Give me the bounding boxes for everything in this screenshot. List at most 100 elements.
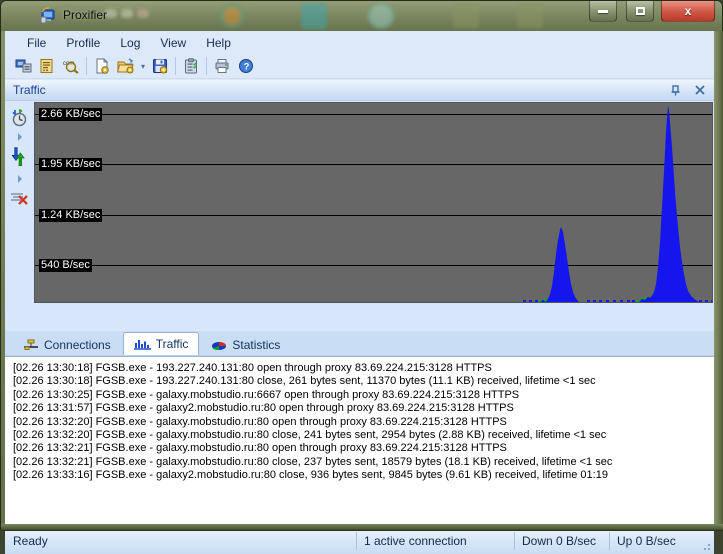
proxy-settings-button[interactable] (11, 55, 35, 77)
open-profile-button[interactable] (114, 55, 138, 77)
baseline-traffic-mark (606, 300, 609, 302)
time-scale-icon (12, 109, 26, 127)
svg-text:?: ? (244, 62, 250, 73)
new-profile-icon (96, 58, 109, 74)
log-panel[interactable]: [02.26 13:30:18] FGSB.exe - 193.227.240.… (5, 356, 714, 528)
traffic-panel-title: Traffic (13, 83, 46, 97)
toolbar-separator (86, 57, 87, 75)
close-icon: x (684, 4, 692, 18)
download-upload-icon (10, 147, 25, 167)
traffic-series (535, 106, 700, 302)
baseline-traffic-mark (587, 300, 590, 302)
log-line: [02.26 13:30:18] FGSB.exe - 193.227.240.… (13, 362, 492, 374)
time-scale-button[interactable] (9, 107, 31, 129)
log-line: [02.26 13:32:20] FGSB.exe - galaxy.mobst… (13, 415, 507, 428)
dns-resolver-icon: com (63, 61, 79, 74)
direction-filter-button[interactable] (9, 145, 31, 171)
clear-graph-icon (10, 193, 28, 205)
menu-log[interactable]: Log (110, 33, 150, 53)
baseline-traffic-mark (613, 300, 616, 302)
print-button[interactable] (210, 55, 234, 77)
baseline-traffic-mark (593, 300, 596, 302)
minimize-button[interactable] (589, 1, 617, 22)
glass-artifact (121, 9, 133, 18)
traffic-icon (133, 340, 151, 350)
baseline-traffic-mark (705, 300, 708, 302)
tab-strip: Connections Traffic Statistics (5, 331, 714, 356)
glass-artifact (219, 4, 245, 28)
log-line: [02.26 13:31:57] FGSB.exe - galaxy2.mobs… (13, 402, 514, 415)
close-button[interactable]: x (661, 1, 715, 22)
toolbar-separator (206, 57, 207, 75)
open-profile-icon (117, 58, 134, 74)
glass-artifact (301, 3, 327, 29)
titlebar[interactable]: Proxifier x (1, 1, 722, 31)
dropdown-arrow-icon (17, 175, 22, 183)
print-icon (215, 59, 229, 73)
menu-view[interactable]: View (150, 33, 196, 53)
baseline-traffic-mark (620, 300, 623, 302)
direction-dropdown[interactable] (9, 173, 31, 185)
log-settings-icon (40, 59, 53, 73)
pin-panel-button[interactable] (666, 82, 686, 98)
dns-resolver-button[interactable]: com (59, 55, 83, 77)
glass-artifact (453, 4, 479, 28)
glass-artifact (137, 9, 149, 18)
baseline-traffic-mark (693, 300, 696, 302)
status-down-rate: Down 0 B/sec (522, 534, 597, 548)
maximize-icon (635, 7, 645, 15)
log-line: [02.26 13:33:16] FGSB.exe - galaxy2.mobs… (13, 469, 608, 482)
baseline-traffic-mark (687, 300, 690, 302)
status-bar: Ready 1 active connection Down 0 B/sec U… (5, 528, 714, 554)
minimize-icon (598, 9, 608, 13)
traffic-graph[interactable]: 2.66 KB/sec 1.95 KB/sec 1.24 KB/sec 540 B/s… (34, 102, 713, 303)
time-scale-dropdown[interactable] (9, 131, 31, 143)
profile-check-button[interactable] (179, 55, 203, 77)
menu-profile[interactable]: Profile (56, 33, 110, 53)
profile-check-icon (185, 58, 197, 74)
tab-label: Statistics (232, 337, 281, 352)
traffic-panel-body: 2.66 KB/sec 1.95 KB/sec 1.24 KB/sec 540 B/s… (5, 101, 714, 331)
tab-label: Connections (44, 337, 111, 352)
save-profile-button[interactable] (148, 55, 172, 77)
open-profile-dropdown[interactable]: ▾ (138, 55, 148, 77)
status-active-connections: 1 active connection (364, 534, 467, 548)
baseline-traffic-mark (599, 300, 602, 302)
maximize-button[interactable] (626, 1, 654, 22)
connections-icon (24, 339, 38, 350)
glass-artifact (367, 3, 395, 29)
log-line: [02.26 13:32:20] FGSB.exe - galaxy.mobst… (13, 429, 607, 442)
dropdown-arrow-icon (17, 133, 22, 141)
log-settings-button[interactable] (35, 55, 59, 77)
glass-artifact (517, 4, 543, 28)
statistics-icon (212, 341, 227, 350)
resize-grip[interactable] (701, 541, 711, 551)
new-profile-button[interactable] (90, 55, 114, 77)
tab-connections[interactable]: Connections (13, 334, 121, 355)
baseline-traffic-mark (627, 300, 630, 302)
log-line: [02.26 13:32:21] FGSB.exe - galaxy.mobst… (13, 455, 613, 468)
tab-traffic[interactable]: Traffic (122, 332, 200, 355)
status-ready: Ready (13, 534, 48, 548)
baseline-traffic-mark (632, 300, 635, 302)
save-profile-icon (153, 59, 168, 74)
log-line: [02.26 13:30:25] FGSB.exe - galaxy.mobst… (13, 388, 520, 401)
close-panel-icon (695, 85, 705, 95)
close-panel-button[interactable] (690, 82, 710, 98)
tab-statistics[interactable]: Statistics (201, 334, 290, 355)
client-area: File Profile Log View Help ▾ ? Traffic 2… (5, 31, 714, 554)
graph-toolbar (5, 101, 34, 331)
help-button[interactable]: ? (234, 55, 258, 77)
status-separator (514, 532, 515, 550)
log-line: [02.26 13:32:21] FGSB.exe - galaxy.mobst… (13, 442, 507, 455)
help-icon: ? (239, 59, 253, 73)
baseline-traffic-mark (523, 300, 526, 302)
app-icon (40, 7, 55, 24)
toolbar: com ▾ (5, 54, 714, 79)
window-title: Proxifier (63, 8, 108, 22)
pin-icon (671, 84, 679, 95)
menu-file[interactable]: File (17, 33, 56, 53)
toolbar-separator (175, 57, 176, 75)
clear-graph-button[interactable] (9, 187, 31, 211)
menu-help[interactable]: Help (196, 33, 241, 53)
